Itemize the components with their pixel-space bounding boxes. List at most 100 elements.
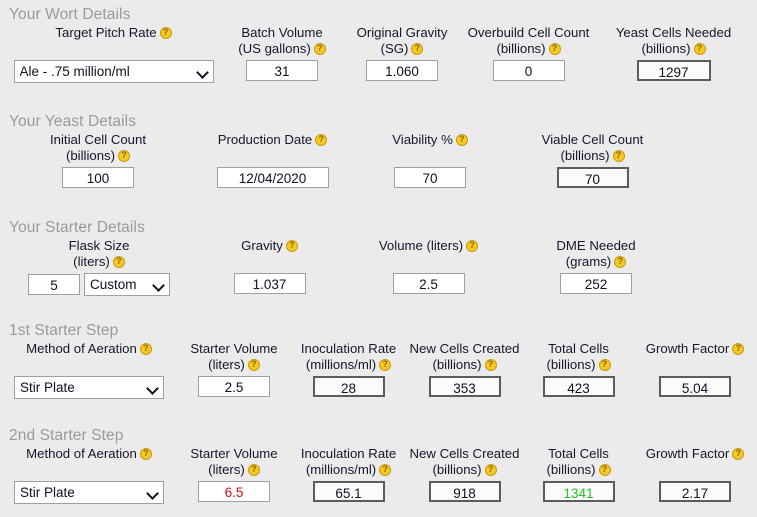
help-icon[interactable]	[484, 358, 497, 371]
field-batch-volume: Batch Volume (US gallons) 31	[221, 25, 343, 81]
viability-input[interactable]: 70	[394, 167, 466, 188]
step2-inoculation-rate-output: 65.1	[312, 481, 385, 502]
field-initial-cell-count: Initial Cell Count (billions) 100	[6, 132, 190, 188]
label-text: Starter Volume	[190, 341, 278, 356]
step2-growth-factor-output: 2.17	[659, 481, 731, 502]
help-icon[interactable]	[614, 255, 627, 268]
step1-method-of-aeration-select[interactable]: Stir Plate	[14, 376, 164, 399]
help-icon[interactable]	[139, 448, 152, 460]
section-yeast-details: Your Yeast Details Initial Cell Count (b…	[0, 113, 757, 188]
production-date-input[interactable]: 12/04/2020	[216, 167, 329, 188]
help-icon[interactable]	[598, 463, 611, 476]
step1-fields-row: Method of Aeration Stir Plate Starter Vo…	[0, 341, 757, 399]
field-step2-growth-factor: Growth Factor 2.17	[635, 446, 755, 502]
label-batch-volume: Batch Volume (US gallons)	[238, 25, 326, 56]
control-flask-size: 5 Custom	[28, 273, 170, 296]
help-icon[interactable]	[379, 463, 392, 476]
label-text: Original Gravity	[356, 25, 448, 40]
label-unit: (billions)	[560, 147, 610, 163]
flask-size-input[interactable]: 5	[28, 274, 80, 295]
help-icon[interactable]	[548, 42, 561, 55]
label-target-pitch-rate: Target Pitch Rate	[55, 25, 172, 56]
control-starter-gravity: 1.037	[233, 273, 306, 294]
label-original-gravity: Original Gravity (SG)	[357, 25, 448, 56]
help-icon[interactable]	[313, 42, 326, 55]
label-step1-growth-factor: Growth Factor	[646, 341, 745, 372]
label-unit: (billions)	[641, 40, 691, 56]
label-production-date: Production Date	[218, 132, 328, 163]
chevron-down-icon	[154, 279, 165, 290]
label-step2-inoculation-rate: Inoculation Rate (millions/ml)	[301, 446, 396, 477]
help-icon[interactable]	[732, 343, 745, 355]
help-icon[interactable]	[247, 358, 260, 371]
help-icon[interactable]	[598, 358, 611, 371]
help-icon[interactable]	[484, 463, 497, 476]
help-icon[interactable]	[112, 255, 125, 268]
label-text: New Cells Created	[409, 341, 520, 356]
help-icon[interactable]	[159, 27, 172, 39]
overbuild-cell-count-input[interactable]: 0	[492, 60, 565, 81]
label-unit: (liters)	[208, 356, 245, 372]
starter-volume-total-input[interactable]: 2.5	[392, 273, 465, 294]
label-step1-total-cells: Total Cells (billions)	[546, 341, 611, 372]
starter-gravity-input[interactable]: 1.037	[233, 273, 306, 294]
help-icon[interactable]	[247, 463, 260, 476]
label-text: Overbuild Cell Count	[467, 25, 590, 40]
label-text: Growth Factor	[645, 341, 730, 356]
label-step2-new-cells-created: New Cells Created (billions)	[410, 446, 520, 477]
help-icon[interactable]	[411, 42, 424, 55]
step1-starter-volume-input[interactable]: 2.5	[198, 376, 270, 397]
initial-cell-count-input[interactable]: 100	[62, 167, 134, 188]
label-unit: (millions/ml)	[305, 356, 377, 372]
field-yeast-cells-needed: Yeast Cells Needed (billions) 1297	[596, 25, 751, 81]
section-starter-details: Your Starter Details Flask Size (liters)…	[0, 219, 757, 296]
label-step1-method-of-aeration: Method of Aeration	[14, 341, 178, 372]
help-icon[interactable]	[693, 42, 706, 55]
field-flask-size: Flask Size (liters) 5 Custom	[6, 238, 192, 296]
field-step2-method-of-aeration: Method of Aeration Stir Plate	[6, 446, 178, 504]
help-icon[interactable]	[379, 358, 392, 371]
field-overbuild-cell-count: Overbuild Cell Count (billions) 0	[461, 25, 596, 81]
step2-starter-volume-input[interactable]: 6.5	[198, 481, 270, 502]
help-icon[interactable]	[455, 134, 468, 146]
original-gravity-input[interactable]: 1.060	[366, 60, 438, 81]
control-viable-cell-count: 70	[556, 167, 629, 188]
help-icon[interactable]	[732, 448, 745, 460]
label-unit: (billions)	[546, 461, 596, 477]
step2-new-cells-created-output: 918	[428, 481, 501, 502]
field-step2-inoculation-rate: Inoculation Rate (millions/ml) 65.1	[290, 446, 407, 502]
control-step1-new-cells-created: 353	[428, 376, 501, 397]
label-text: Batch Volume	[241, 25, 323, 40]
target-pitch-rate-select[interactable]: Ale - .75 million/ml	[13, 60, 214, 83]
yeast-fields-row: Initial Cell Count (billions) 100 Produc…	[0, 132, 757, 188]
control-viability: 70	[394, 167, 466, 188]
label-yeast-cells-needed: Yeast Cells Needed (billions)	[616, 25, 731, 56]
label-starter-gravity: Gravity	[241, 238, 298, 269]
section-heading-yeast: Your Yeast Details	[9, 113, 137, 130]
field-step1-total-cells: Total Cells (billions) 423	[522, 341, 635, 397]
target-pitch-rate-value: Ale - .75 million/ml	[19, 64, 130, 79]
step1-new-cells-created-output: 353	[428, 376, 501, 397]
step1-growth-factor-output: 5.04	[659, 376, 731, 397]
label-unit: (billions)	[546, 356, 596, 372]
step2-method-of-aeration-select[interactable]: Stir Plate	[14, 481, 164, 504]
control-step1-method-of-aeration: Stir Plate	[14, 376, 178, 399]
label-text: Gravity	[241, 238, 283, 253]
help-icon[interactable]	[118, 149, 131, 162]
label-text: New Cells Created	[409, 446, 520, 461]
help-icon[interactable]	[612, 149, 625, 162]
help-icon[interactable]	[315, 134, 328, 146]
label-text: Method of Aeration	[26, 446, 137, 461]
help-icon[interactable]	[466, 240, 479, 252]
field-dme-needed: DME Needed (grams) 252	[510, 238, 682, 294]
label-text: Viable Cell Count	[541, 132, 644, 147]
dme-needed-input[interactable]: 252	[560, 273, 632, 294]
yeast-cells-needed-output: 1297	[636, 60, 711, 81]
help-icon[interactable]	[139, 343, 152, 355]
label-unit: (billions)	[496, 40, 546, 56]
field-target-pitch-rate: Target Pitch Rate Ale - .75 million/ml	[6, 25, 221, 83]
field-viability: Viability % 70	[355, 132, 505, 188]
help-icon[interactable]	[285, 240, 298, 252]
flask-size-preset-select[interactable]: Custom	[84, 273, 170, 296]
batch-volume-input[interactable]: 31	[246, 60, 318, 81]
